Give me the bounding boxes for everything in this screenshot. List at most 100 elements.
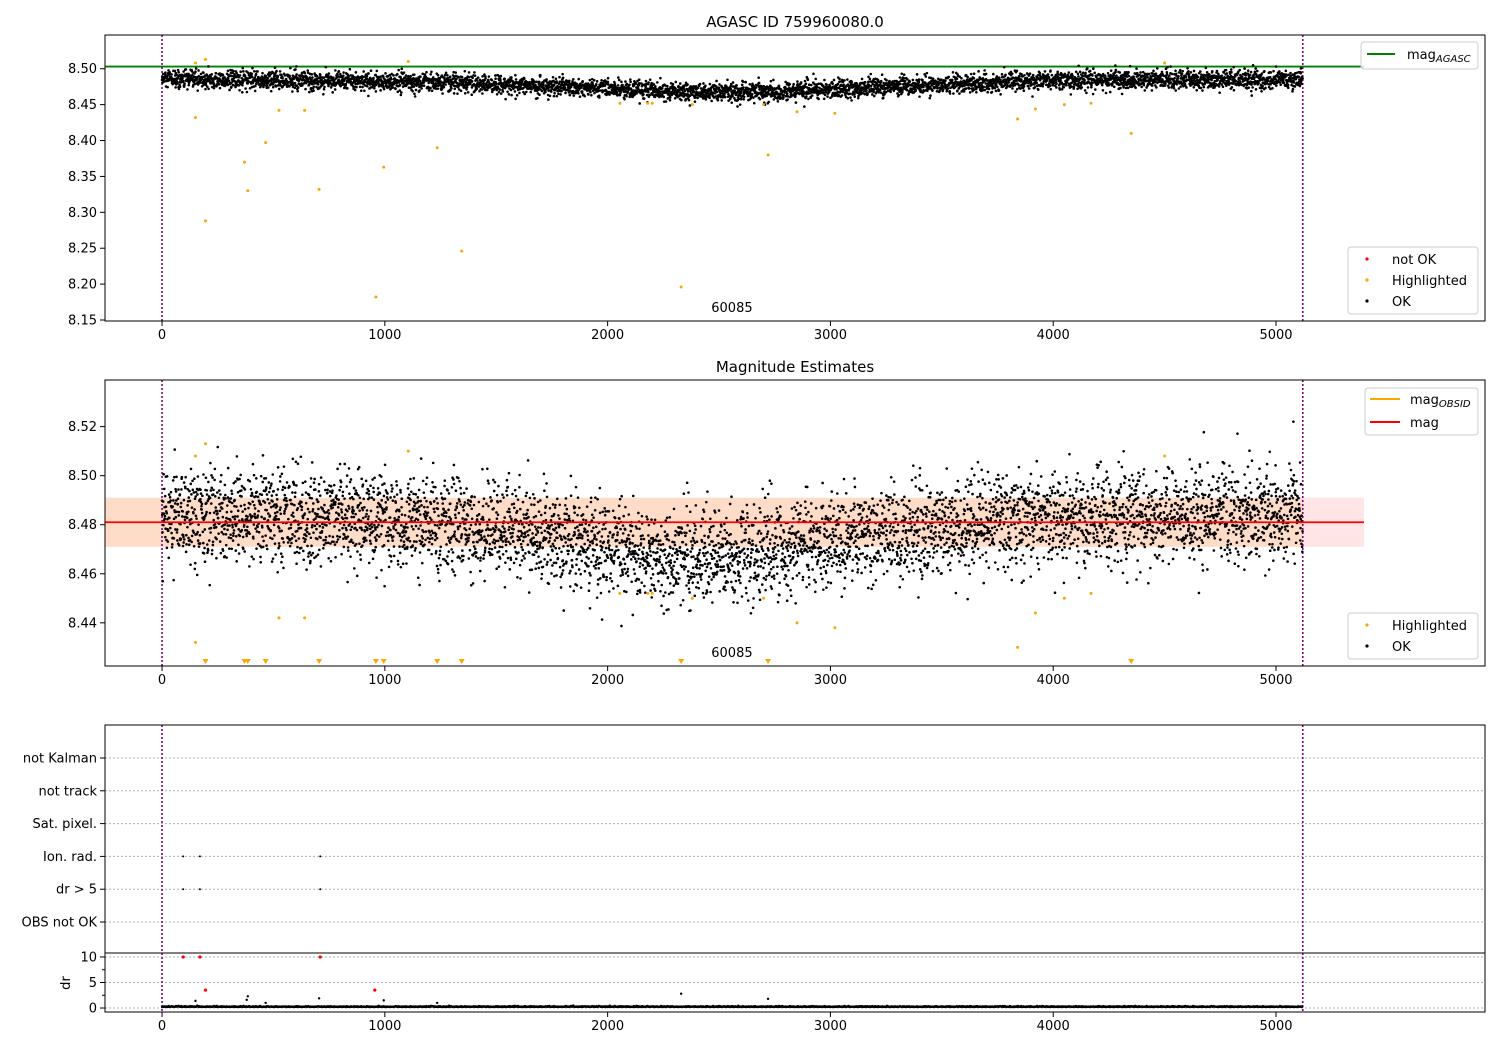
ok-point: [289, 67, 292, 70]
ok-point: [635, 83, 638, 86]
ok-point: [1070, 93, 1073, 96]
ok-point: [901, 88, 904, 91]
ok-point: [932, 77, 935, 80]
ok-point: [1174, 89, 1177, 92]
ok-point: [1071, 74, 1074, 77]
ok-point: [617, 76, 620, 79]
ok-point: [210, 73, 213, 76]
ok-point: [963, 90, 966, 93]
ok-point: [468, 71, 471, 74]
ok-point: [996, 85, 999, 88]
ok-point: [545, 78, 548, 81]
ok-point: [342, 71, 345, 74]
ok-point: [1175, 72, 1178, 75]
ok-point: [924, 75, 927, 78]
ok-point: [352, 85, 355, 88]
ok-point: [429, 73, 432, 76]
ok-point: [598, 96, 601, 99]
ok-point: [275, 70, 278, 73]
ok-point: [471, 80, 474, 83]
ok-point: [786, 92, 789, 95]
ok-point: [295, 73, 298, 76]
ok-point: [1121, 93, 1124, 96]
ok-point: [241, 67, 244, 70]
ok-point: [400, 94, 403, 97]
ok-point: [642, 93, 645, 96]
ok-point: [807, 98, 810, 101]
ok-point: [544, 91, 547, 94]
ok-point: [748, 88, 751, 91]
ok-point: [403, 71, 406, 74]
ok-point: [354, 89, 357, 92]
chart-title-estimates: Magnitude Estimates: [716, 358, 874, 376]
ok-point: [645, 80, 648, 83]
ok-point: [484, 77, 487, 80]
ok-point: [413, 73, 416, 76]
ok-point: [625, 95, 628, 98]
ok-point: [1266, 80, 1269, 83]
ok-point: [1031, 95, 1034, 98]
ok-point: [495, 83, 498, 86]
ok-point: [390, 78, 393, 81]
ok-point: [1094, 88, 1097, 91]
ok-point: [968, 87, 971, 90]
ok-point: [580, 86, 583, 89]
ok-point: [811, 94, 814, 97]
ok-point: [421, 73, 424, 76]
ok-point: [477, 76, 480, 79]
ok-point: [419, 75, 422, 78]
ok-point: [468, 76, 471, 79]
ok-point: [899, 76, 902, 79]
ok-point: [624, 80, 627, 83]
ok-point: [704, 84, 707, 87]
ok-point: [547, 98, 550, 101]
ok-point: [881, 87, 884, 90]
ok-point: [541, 90, 544, 93]
ok-point: [301, 84, 304, 87]
ok-point: [556, 95, 559, 98]
ok-point: [881, 73, 884, 76]
ok-point: [898, 94, 901, 97]
ok-point: [196, 77, 199, 80]
ok-point: [1051, 74, 1054, 77]
ok-point: [1185, 86, 1188, 89]
ok-point: [1166, 66, 1169, 69]
ok-point: [689, 104, 692, 107]
ok-point: [186, 88, 189, 91]
ok-point: [310, 73, 313, 76]
ok-point: [767, 101, 770, 104]
ok-point: [937, 86, 940, 89]
ok-point: [825, 83, 828, 86]
ok-point: [1113, 74, 1116, 77]
ok-point: [514, 97, 517, 100]
ok-point: [717, 99, 720, 102]
ok-point: [338, 70, 341, 73]
ok-point: [471, 77, 474, 80]
ok-point: [1256, 70, 1259, 73]
ok-point: [1161, 71, 1164, 74]
ok-point: [355, 71, 358, 74]
ok-point: [1222, 85, 1225, 88]
ok-point: [1119, 71, 1122, 74]
ok-point: [204, 88, 207, 91]
ok-point: [607, 77, 610, 80]
ok-point: [1193, 70, 1196, 73]
ok-point: [589, 79, 592, 82]
ok-point: [294, 82, 297, 85]
ok-point: [647, 91, 650, 94]
ok-point: [803, 105, 806, 108]
ok-point: [279, 70, 282, 73]
ok-point: [1087, 86, 1090, 89]
ok-point: [247, 81, 250, 84]
ok-point: [696, 97, 699, 100]
ok-point: [763, 85, 766, 88]
ok-point: [929, 94, 932, 97]
ok-point: [1093, 72, 1096, 75]
ok-point: [1171, 73, 1174, 76]
ok-point: [620, 80, 623, 83]
ok-point: [518, 92, 521, 95]
ok-point: [529, 91, 532, 94]
ok-point: [966, 76, 969, 79]
ok-point: [1232, 66, 1235, 69]
ok-point: [464, 70, 467, 73]
